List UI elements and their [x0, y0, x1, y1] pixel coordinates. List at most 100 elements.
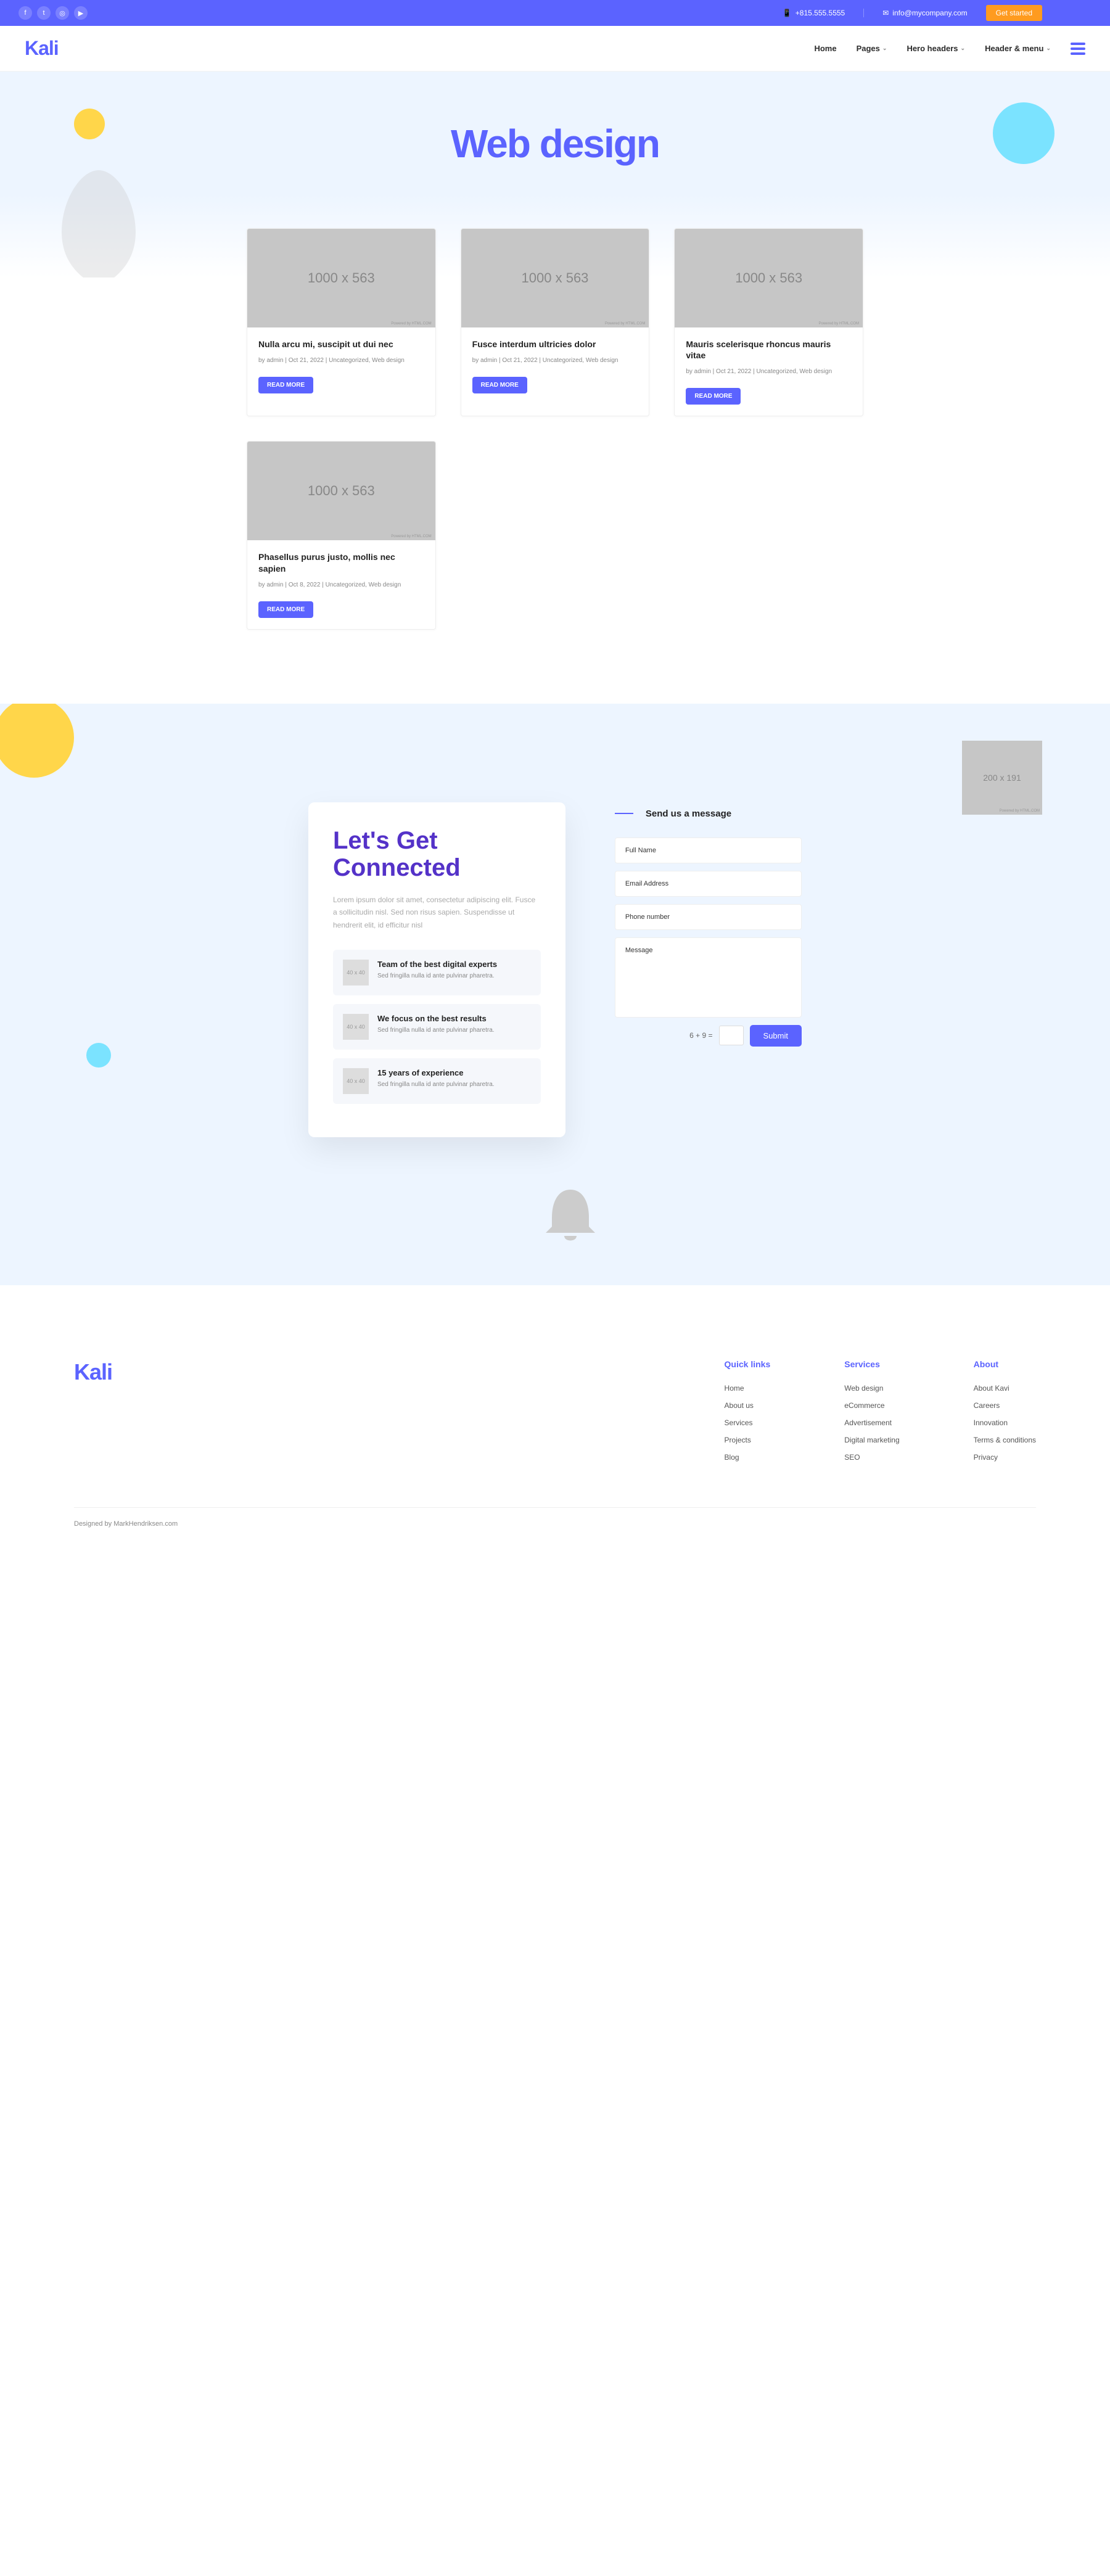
connected-intro: Lorem ipsum dolor sit amet, consectetur …: [333, 894, 541, 931]
post-title[interactable]: Nulla arcu mi, suscipit ut dui nec: [258, 339, 424, 350]
connected-heading: Let's Get Connected: [333, 827, 541, 881]
email-text: info@mycompany.com: [892, 9, 967, 17]
main-nav: Home Pages⌄ Hero headers⌄ Header & menu⌄: [814, 43, 1085, 55]
submit-button[interactable]: Submit: [750, 1025, 802, 1047]
decor-circle-yellow: [74, 109, 105, 139]
post-meta: by admin | Oct 21, 2022 | Uncategorized,…: [258, 356, 424, 366]
footer-link[interactable]: eCommerce: [844, 1401, 899, 1410]
footer: Kali Quick links Home About us Services …: [0, 1285, 1110, 1552]
nav-home[interactable]: Home: [814, 44, 836, 53]
footer-link[interactable]: Web design: [844, 1384, 899, 1393]
post-card: 1000 x 563 Fusce interdum ultricies dolo…: [461, 228, 650, 416]
post-meta: by admin | Oct 8, 2022 | Uncategorized, …: [258, 580, 424, 590]
footer-link[interactable]: Careers: [974, 1401, 1036, 1410]
feature-text: Sed fringilla nulla id ante pulvinar pha…: [377, 1080, 495, 1089]
footer-link[interactable]: Innovation: [974, 1418, 1036, 1427]
footer-link[interactable]: Home: [725, 1384, 771, 1393]
footer-link[interactable]: SEO: [844, 1453, 899, 1462]
contact-form: Send us a message Full Name Email Addres…: [615, 802, 802, 1137]
feature-item: 40 x 40 15 years of experience Sed fringi…: [333, 1058, 541, 1104]
post-thumbnail[interactable]: 1000 x 563: [247, 229, 435, 327]
footer-col-about: About About Kavi Careers Innovation Term…: [974, 1359, 1036, 1470]
footer-link[interactable]: Digital marketing: [844, 1436, 899, 1444]
social-icons: f t ◎ ▶: [18, 6, 88, 20]
read-more-button[interactable]: READ MORE: [258, 377, 313, 393]
nav-pages[interactable]: Pages⌄: [857, 44, 887, 53]
footer-link[interactable]: Privacy: [974, 1453, 1036, 1462]
feature-text: Sed fringilla nulla id ante pulvinar pha…: [377, 1026, 495, 1035]
feature-icon: 40 x 40: [343, 1068, 369, 1094]
phone-link[interactable]: 📱 +815.555.5555: [783, 9, 845, 17]
decor-circle-cyan-small: [86, 1043, 111, 1068]
email-field[interactable]: Email Address: [615, 871, 802, 897]
feature-title: 15 years of experience: [377, 1068, 495, 1077]
footer-link[interactable]: Advertisement: [844, 1418, 899, 1427]
post-thumbnail[interactable]: 1000 x 563: [247, 442, 435, 540]
message-field[interactable]: Message: [615, 937, 802, 1018]
nav-header-menu[interactable]: Header & menu⌄: [985, 44, 1051, 53]
phone-icon: 📱: [783, 9, 792, 17]
get-started-button[interactable]: Get started: [986, 5, 1042, 21]
feature-title: Team of the best digital experts: [377, 960, 497, 969]
instagram-icon[interactable]: ◎: [56, 6, 69, 20]
footer-link[interactable]: About us: [725, 1401, 771, 1410]
chevron-down-icon: ⌄: [961, 45, 966, 52]
footer-credit: Designed by MarkHendriksen.com: [74, 1507, 1036, 1528]
bell-icon: [536, 1180, 604, 1248]
main-header: Kali Home Pages⌄ Hero headers⌄ Header & …: [0, 26, 1110, 72]
post-meta: by admin | Oct 21, 2022 | Uncategorized,…: [686, 367, 852, 377]
nav-hero-headers[interactable]: Hero headers⌄: [906, 44, 965, 53]
footer-col-title: Quick links: [725, 1359, 771, 1369]
divider: [863, 9, 864, 17]
side-placeholder-image: 200 x 191: [962, 741, 1042, 815]
post-thumbnail[interactable]: 1000 x 563: [675, 229, 863, 327]
feature-text: Sed fringilla nulla id ante pulvinar pha…: [377, 971, 497, 981]
posts-grid: 1000 x 563 Nulla arcu mi, suscipit ut du…: [185, 228, 925, 630]
chevron-down-icon: ⌄: [882, 45, 887, 52]
decor-circle-cyan: [993, 102, 1054, 164]
read-more-button[interactable]: READ MORE: [472, 377, 527, 393]
facebook-icon[interactable]: f: [18, 6, 32, 20]
mail-icon: ✉: [882, 9, 889, 17]
feature-item: 40 x 40 Team of the best digital experts…: [333, 950, 541, 995]
footer-link[interactable]: Services: [725, 1418, 771, 1427]
rocket-icon: [37, 164, 160, 278]
hamburger-icon[interactable]: [1071, 43, 1085, 55]
read-more-button[interactable]: READ MORE: [258, 601, 313, 618]
site-logo[interactable]: Kali: [25, 37, 59, 60]
feature-item: 40 x 40 We focus on the best results Sed …: [333, 1004, 541, 1050]
footer-link[interactable]: Projects: [725, 1436, 771, 1444]
footer-col-title: About: [974, 1359, 1036, 1369]
name-field[interactable]: Full Name: [615, 837, 802, 863]
decor-circle-yellow-big: [0, 704, 74, 778]
footer-col-title: Services: [844, 1359, 899, 1369]
post-title[interactable]: Mauris scelerisque rhoncus mauris vitae: [686, 339, 852, 361]
connected-section: 200 x 191 Let's Get Connected Lorem ipsu…: [0, 704, 1110, 1285]
feature-icon: 40 x 40: [343, 1014, 369, 1040]
captcha-input[interactable]: [719, 1026, 744, 1045]
post-title[interactable]: Phasellus purus justo, mollis nec sapien: [258, 551, 424, 574]
phone-text: +815.555.5555: [796, 9, 845, 17]
footer-link[interactable]: Terms & conditions: [974, 1436, 1036, 1444]
post-card: 1000 x 563 Phasellus purus justo, mollis…: [247, 441, 436, 629]
post-title[interactable]: Fusce interdum ultricies dolor: [472, 339, 638, 350]
post-card: 1000 x 563 Nulla arcu mi, suscipit ut du…: [247, 228, 436, 416]
top-bar: f t ◎ ▶ 📱 +815.555.5555 ✉info@mycompany.c…: [0, 0, 1110, 26]
post-thumbnail[interactable]: 1000 x 563: [461, 229, 649, 327]
captcha-label: 6 + 9 =: [689, 1031, 712, 1040]
footer-link[interactable]: Blog: [725, 1453, 771, 1462]
footer-logo[interactable]: Kali: [74, 1359, 651, 1470]
footer-link[interactable]: About Kavi: [974, 1384, 1036, 1393]
heading-line: [615, 813, 633, 814]
page-title: Web design: [0, 121, 1110, 167]
feature-icon: 40 x 40: [343, 960, 369, 986]
post-card: 1000 x 563 Mauris scelerisque rhoncus ma…: [674, 228, 863, 416]
youtube-icon[interactable]: ▶: [74, 6, 88, 20]
phone-field[interactable]: Phone number: [615, 904, 802, 930]
twitter-icon[interactable]: t: [37, 6, 51, 20]
read-more-button[interactable]: READ MORE: [686, 388, 741, 405]
email-link[interactable]: ✉info@mycompany.com: [882, 9, 967, 17]
chevron-down-icon: ⌄: [1046, 45, 1051, 52]
footer-col-services: Services Web design eCommerce Advertisem…: [844, 1359, 899, 1470]
feature-title: We focus on the best results: [377, 1014, 495, 1023]
